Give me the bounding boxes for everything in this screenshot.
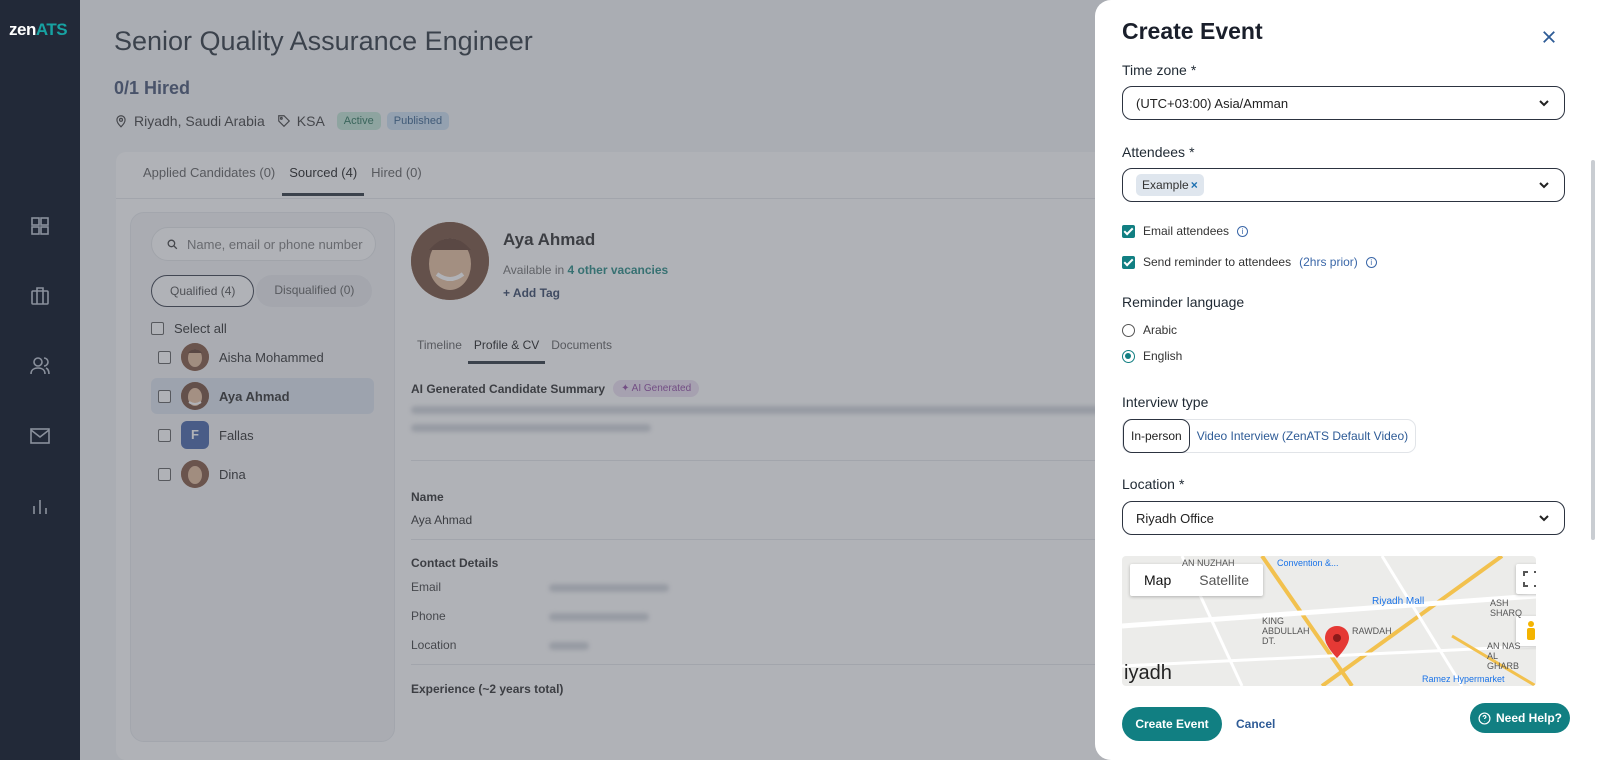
send-reminder-row[interactable]: Send reminder to attendees (2hrs prior) … (1122, 255, 1377, 269)
fullscreen-icon (1523, 571, 1536, 587)
map-city-label: iyadh (1124, 662, 1172, 684)
timezone-label: Time zone * (1122, 62, 1197, 78)
satellite-tab[interactable]: Satellite (1185, 564, 1263, 596)
need-help-button[interactable]: Need Help? (1470, 703, 1570, 733)
radio-english[interactable] (1122, 349, 1135, 363)
radio-arabic[interactable] (1122, 323, 1135, 337)
radio-arabic-label: Arabic (1143, 323, 1178, 337)
map-label: ASH SHARQ (1490, 598, 1523, 618)
remove-chip-icon[interactable]: × (1191, 178, 1198, 192)
map-label: AN NUZHAH (1182, 558, 1235, 568)
email-attendees-label: Email attendees (1143, 224, 1230, 238)
map-pin-icon[interactable] (1325, 626, 1349, 658)
map-label: Riyadh Mall (1372, 596, 1425, 607)
send-reminder-checkbox[interactable] (1122, 255, 1135, 269)
map-label: Ramez Hypermarket (1422, 674, 1505, 684)
location-map[interactable]: Map Satellite AN NUZHAH Convention &... … (1122, 556, 1536, 686)
timezone-value: (UTC+03:00) Asia/Amman (1136, 95, 1289, 111)
location-value: Riyadh Office (1136, 510, 1214, 526)
briefcase-icon[interactable] (28, 284, 52, 308)
map-label: RAWDAH (1352, 626, 1392, 636)
chevron-down-icon (1539, 100, 1549, 107)
map-label: AN NAS AL GHARB (1487, 641, 1521, 671)
timezone-select[interactable]: (UTC+03:00) Asia/Amman (1122, 86, 1565, 120)
attendees-select[interactable]: Example × (1122, 168, 1565, 202)
attendees-label: Attendees * (1122, 144, 1195, 160)
info-icon[interactable]: i (1365, 256, 1377, 268)
modal-title: Create Event (1122, 18, 1263, 44)
question-icon (1478, 711, 1491, 725)
email-attendees-checkbox[interactable] (1122, 224, 1135, 238)
attendee-chip: Example × (1136, 174, 1204, 196)
fullscreen-button[interactable] (1516, 564, 1536, 594)
send-reminder-label: Send reminder to attendees (1143, 255, 1292, 269)
create-event-drawer: Create Event Time zone * (UTC+03:00) Asia… (1095, 0, 1600, 760)
analytics-icon[interactable] (28, 494, 52, 518)
chevron-down-icon (1539, 182, 1549, 189)
map-label: KING ABDULLAH DT. (1262, 616, 1310, 646)
video-interview-button[interactable]: Video Interview (ZenATS Default Video) (1190, 420, 1415, 452)
close-icon[interactable] (1540, 28, 1558, 46)
in-person-button[interactable]: In-person (1123, 419, 1190, 453)
users-icon[interactable] (28, 354, 52, 378)
map-label: Convention &... (1277, 558, 1339, 568)
reminder-language-label: Reminder language (1122, 294, 1245, 310)
radio-english-label: English (1143, 349, 1183, 363)
info-icon[interactable]: i (1237, 225, 1249, 237)
sidebar: zenATS (0, 0, 80, 760)
app-logo[interactable]: zenATS (9, 20, 68, 40)
interview-type-label: Interview type (1122, 394, 1209, 410)
radio-english-row[interactable]: English (1122, 349, 1182, 363)
location-select[interactable]: Riyadh Office (1122, 501, 1565, 535)
need-help-label: Need Help? (1495, 711, 1562, 725)
email-attendees-row[interactable]: Email attendees i (1122, 224, 1249, 238)
radio-arabic-row[interactable]: Arabic (1122, 323, 1177, 337)
mail-icon[interactable] (28, 424, 52, 448)
map-tab[interactable]: Map (1130, 564, 1185, 596)
chevron-down-icon (1539, 515, 1549, 522)
location-field-label: Location * (1122, 476, 1185, 492)
modal-scrollbar[interactable] (1591, 160, 1595, 540)
reminder-note: (2hrs prior) (1299, 255, 1358, 269)
cancel-button[interactable]: Cancel (1236, 717, 1275, 731)
interview-type-toggle: In-person Video Interview (ZenATS Defaul… (1122, 419, 1417, 453)
create-event-button[interactable]: Create Event (1122, 707, 1222, 741)
dashboard-icon[interactable] (28, 214, 52, 238)
map-type-toggle: Map Satellite (1130, 564, 1264, 596)
